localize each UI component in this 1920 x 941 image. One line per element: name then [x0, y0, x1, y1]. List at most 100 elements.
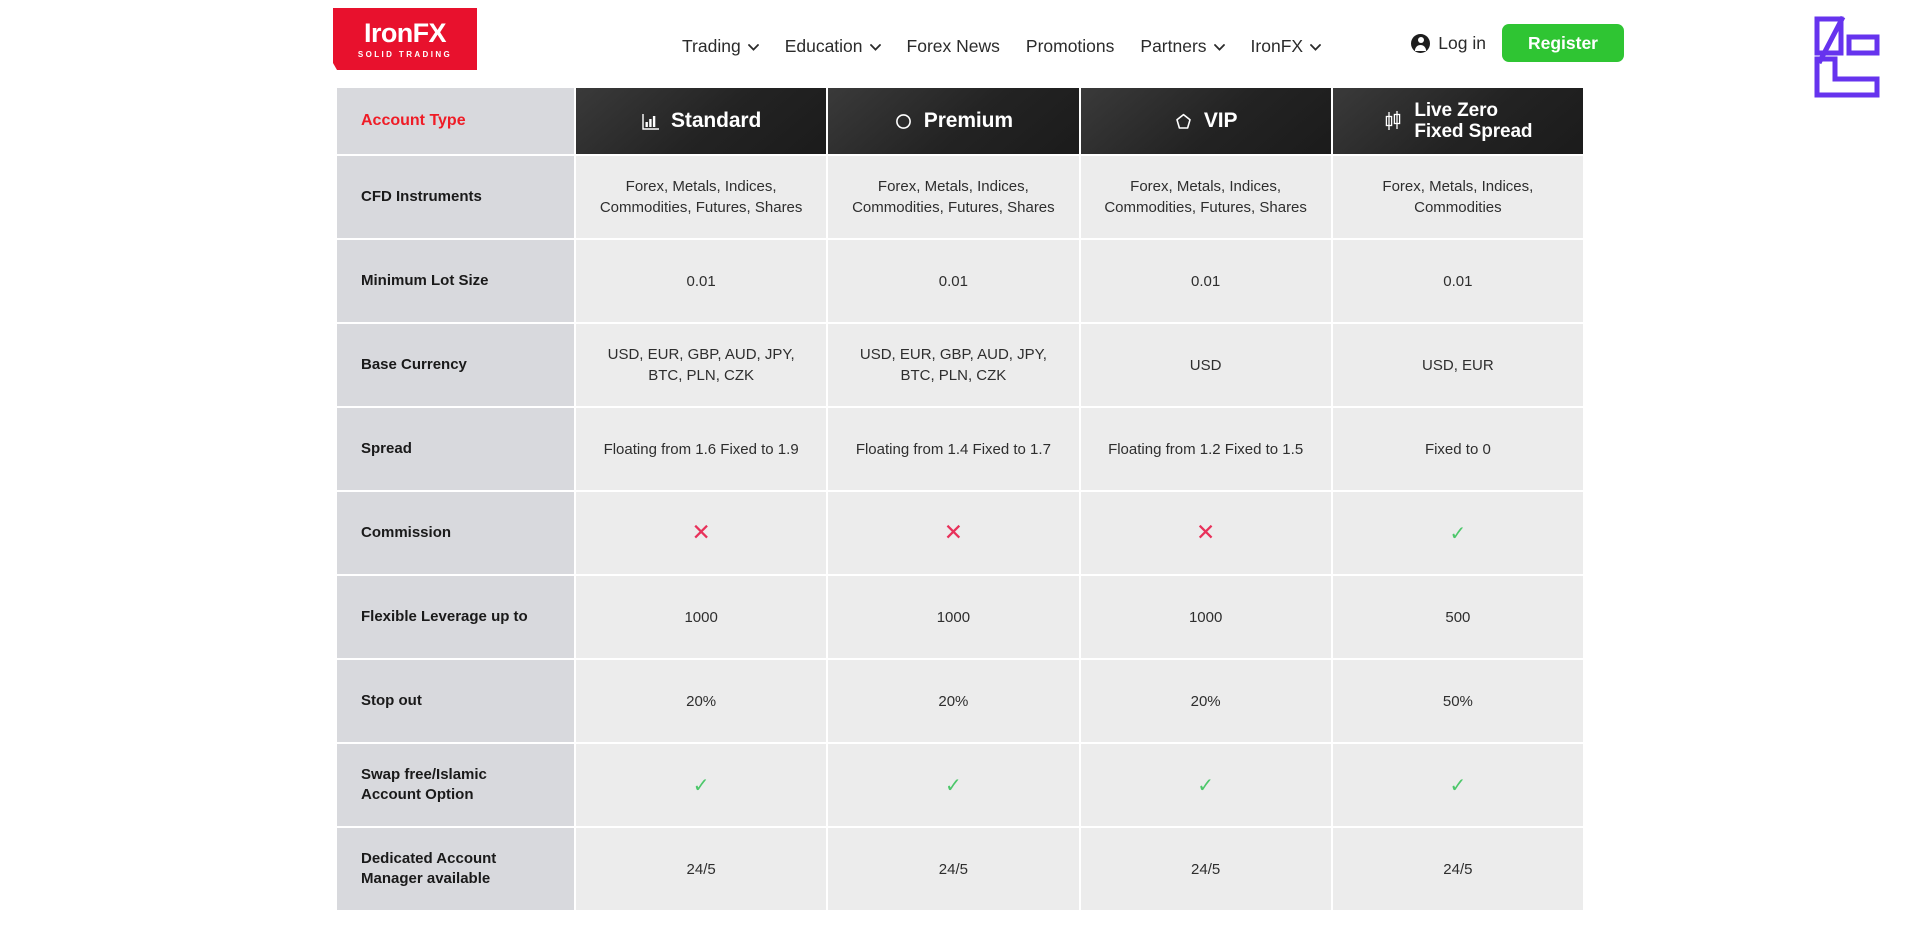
cross-icon: ✕ [691, 519, 711, 546]
pentagon-outline-icon [1174, 112, 1193, 131]
main-navigation: Trading Education Forex News Promotions … [682, 30, 1321, 62]
check-icon: ✓ [1449, 521, 1467, 545]
cell-lotsize-livezero: 0.01 [1332, 240, 1583, 322]
cell-commission-premium: ✕ [828, 492, 1079, 574]
table-row: Swap free/Islamic Account Option ✓ ✓ ✓ ✓ [337, 744, 1583, 826]
column-header-standard[interactable]: Standard [576, 88, 827, 154]
nav-label-trading: Trading [682, 35, 741, 56]
nav-item-promotions[interactable]: Promotions [1026, 36, 1115, 57]
cell-stopout-livezero: 50% [1332, 660, 1583, 742]
person-circle-icon [1411, 33, 1431, 53]
chevron-down-icon [1213, 43, 1225, 51]
check-icon: ✓ [1197, 773, 1214, 797]
cell-leverage-standard: 1000 [576, 576, 827, 658]
column-title-line1: Live Zero [1414, 99, 1498, 121]
table-row: Dedicated Account Manager available 24/5… [337, 828, 1583, 910]
cell-stopout-premium: 20% [828, 660, 1079, 742]
nav-label-promotions: Promotions [1025, 35, 1115, 56]
site-header: IronFX SOLID TRADING Trading Education F… [0, 0, 1920, 98]
column-header-vip[interactable]: VIP [1080, 88, 1331, 154]
column-title-premium: Premium [923, 109, 1013, 132]
cross-icon: ✕ [1195, 519, 1216, 546]
account-type-header: Account Type [337, 88, 574, 154]
lc-monogram-logo [1809, 7, 1885, 107]
table-row: CFD Instruments Forex, Metals, Indices, … [337, 156, 1583, 238]
account-comparison-table: Account Type Standard Premium VIP Live Z… [337, 88, 1583, 912]
table-row: Flexible Leverage up to 1000 1000 1000 5… [337, 576, 1583, 658]
row-label-minimum-lot-size: Minimum Lot Size [337, 240, 574, 322]
nav-item-partners[interactable]: Partners [1140, 35, 1225, 57]
cell-lotsize-premium: 0.01 [828, 240, 1079, 322]
cell-swapfree-vip: ✓ [1080, 744, 1331, 826]
cell-basecurrency-premium: USD, EUR, GBP, AUD, JPY, BTC, PLN, CZK [828, 324, 1079, 406]
column-header-live-zero-fixed-spread[interactable]: Live Zero Fixed Spread [1332, 88, 1583, 154]
cell-lotsize-vip: 0.01 [1080, 240, 1331, 322]
auth-area: Log in Register [1411, 24, 1624, 62]
login-button[interactable]: Log in [1411, 33, 1486, 54]
chevron-down-icon [1310, 43, 1321, 51]
cell-spread-standard: Floating from 1.6 Fixed to 1.9 [576, 408, 827, 490]
cell-cfd-vip: Forex, Metals, Indices, Commodities, Fut… [1080, 156, 1331, 238]
column-header-premium[interactable]: Premium [828, 88, 1079, 154]
cell-commission-vip: ✕ [1080, 492, 1331, 574]
nav-item-ironfx[interactable]: IronFX [1251, 36, 1322, 57]
nav-item-education[interactable]: Education [785, 36, 881, 57]
login-label: Log in [1438, 32, 1486, 53]
column-title-live-zero: Live Zero Fixed Spread [1414, 100, 1532, 143]
chevron-down-icon [869, 43, 881, 51]
table-row: Minimum Lot Size 0.01 0.01 0.01 0.01 [337, 240, 1583, 322]
candlestick-icon [1383, 110, 1403, 132]
nav-label-forex-news: Forex News [906, 35, 1000, 56]
logo-tagline: SOLID TRADING [357, 49, 453, 59]
column-title-line2: Fixed Spread [1414, 121, 1533, 142]
register-button[interactable]: Register [1501, 24, 1624, 62]
nav-label-education: Education [784, 35, 863, 56]
bar-chart-icon [641, 112, 660, 131]
nav-label-partners: Partners [1140, 35, 1207, 56]
cell-stopout-standard: 20% [576, 660, 827, 742]
cell-leverage-premium: 1000 [828, 576, 1079, 658]
row-label-flexible-leverage: Flexible Leverage up to [337, 576, 574, 658]
cell-basecurrency-vip: USD [1080, 324, 1331, 406]
nav-item-trading[interactable]: Trading [682, 36, 759, 57]
cell-lotsize-standard: 0.01 [576, 240, 827, 322]
cell-swapfree-premium: ✓ [828, 744, 1079, 826]
ironfx-logo[interactable]: IronFX SOLID TRADING [333, 8, 477, 70]
cell-cfd-premium: Forex, Metals, Indices, Commodities, Fut… [828, 156, 1079, 238]
row-label-dedicated-account-manager: Dedicated Account Manager available [337, 828, 574, 910]
cross-icon: ✕ [943, 519, 964, 546]
check-icon: ✓ [1449, 773, 1467, 797]
cell-commission-livezero: ✓ [1332, 492, 1583, 574]
cell-stopout-vip: 20% [1080, 660, 1331, 742]
row-label-spread: Spread [337, 408, 574, 490]
nav-label-ironfx: IronFX [1250, 35, 1304, 56]
cell-spread-vip: Floating from 1.2 Fixed to 1.5 [1080, 408, 1331, 490]
cell-accountmgr-livezero: 24/5 [1332, 828, 1583, 910]
row-label-stop-out: Stop out [337, 660, 574, 742]
cell-spread-premium: Floating from 1.4 Fixed to 1.7 [828, 408, 1079, 490]
row-label-cfd-instruments: CFD Instruments [337, 156, 574, 238]
cell-basecurrency-standard: USD, EUR, GBP, AUD, JPY, BTC, PLN, CZK [576, 324, 827, 406]
check-icon: ✓ [692, 773, 710, 797]
cell-accountmgr-vip: 24/5 [1080, 828, 1331, 910]
cell-swapfree-standard: ✓ [576, 744, 827, 826]
chevron-down-icon [747, 43, 759, 51]
cell-accountmgr-premium: 24/5 [828, 828, 1079, 910]
row-label-base-currency: Base Currency [337, 324, 574, 406]
table-row: Stop out 20% 20% 20% 50% [337, 660, 1583, 742]
cell-commission-standard: ✕ [576, 492, 827, 574]
nav-item-forex-news[interactable]: Forex News [907, 36, 1000, 57]
row-label-commission: Commission [337, 492, 574, 574]
table-header-row: Account Type Standard Premium VIP Live Z… [337, 88, 1583, 154]
table-row: Commission ✕ ✕ ✕ ✓ [337, 492, 1583, 574]
cell-accountmgr-standard: 24/5 [576, 828, 827, 910]
cell-swapfree-livezero: ✓ [1332, 744, 1583, 826]
circle-outline-icon [894, 112, 913, 131]
cell-cfd-livezero: Forex, Metals, Indices, Commodities [1332, 156, 1583, 238]
logo-wordmark: IronFX [364, 17, 446, 48]
cell-leverage-vip: 1000 [1080, 576, 1331, 658]
cell-cfd-standard: Forex, Metals, Indices, Commodities, Fut… [576, 156, 827, 238]
check-icon: ✓ [944, 773, 962, 797]
cell-leverage-livezero: 500 [1332, 576, 1583, 658]
column-title-vip: VIP [1203, 109, 1238, 132]
